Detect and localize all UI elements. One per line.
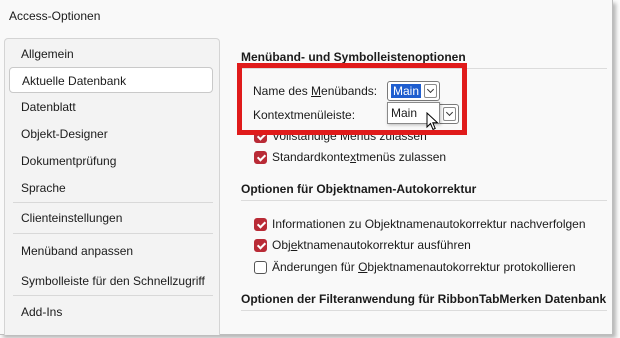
ribbon-name-value: Main [391, 84, 422, 98]
section-divider [241, 310, 607, 311]
window-title: Access-Optionen [9, 9, 101, 23]
sidebar-item-menueband-anpassen[interactable]: Menüband anpassen [9, 238, 213, 264]
full-menus-checkbox[interactable] [254, 130, 267, 143]
full-menus-label: Vollständige Menüs zulassen [272, 129, 427, 143]
context-menu-label: Kontextmenüleiste: [253, 108, 356, 122]
ribbon-name-label: Name des Menübands: [253, 84, 378, 98]
section-heading-filter: Optionen der Filteranwendung für RibbonT… [241, 292, 607, 306]
section-heading-ribbon: Menüband- und Symbolleistenoptionen [241, 50, 466, 64]
section-divider [241, 68, 607, 69]
sidebar-item-sprache[interactable]: Sprache [9, 175, 213, 201]
sidebar-item-objekt-designer[interactable]: Objekt-Designer [9, 121, 213, 147]
sidebar-divider [13, 202, 213, 203]
sidebar-item-clienteinstellungen[interactable]: Clienteinstellungen [9, 205, 213, 231]
sidebar-item-dokumentpruefung[interactable]: Dokumentprüfung [9, 148, 213, 174]
log-label: Änderungen für Objektnamenautokorrektur … [272, 260, 576, 274]
sidebar-item-symbolleiste[interactable]: Symbolleiste für den Schnellzugriff [9, 268, 213, 294]
section-divider [241, 200, 607, 201]
section-heading-autocorrect: Optionen für Objektnamen-Autokorrektur [241, 182, 477, 196]
chevron-down-icon[interactable] [424, 84, 437, 98]
perform-checkbox[interactable] [254, 239, 267, 252]
default-context-checkbox[interactable] [254, 151, 267, 164]
sidebar-divider [13, 233, 213, 234]
sidebar-item-aktuelle-datenbank[interactable]: Aktuelle Datenbank [9, 67, 213, 93]
sidebar-item-datenblatt[interactable]: Datenblatt [9, 94, 213, 120]
sidebar-item-add-ins[interactable]: Add-Ins [9, 299, 213, 325]
mouse-pointer-icon [426, 112, 439, 131]
chevron-down-icon[interactable] [443, 107, 456, 121]
perform-label: Objektnamenautokorrektur ausführen [272, 238, 471, 252]
dropdown-option-main[interactable]: Main [391, 106, 417, 120]
track-checkbox[interactable] [254, 218, 267, 231]
sidebar: Allgemein Aktuelle Datenbank Datenblatt … [4, 38, 220, 335]
default-context-label: Standardkontextmenüs zulassen [272, 150, 447, 164]
options-window: Access-Optionen Allgemein Aktuelle Daten… [0, 0, 613, 335]
sidebar-divider [13, 295, 213, 296]
track-label: Informationen zu Objektnamenautokorrektu… [272, 217, 586, 231]
log-checkbox[interactable] [254, 261, 267, 274]
sidebar-item-allgemein[interactable]: Allgemein [9, 41, 213, 67]
ribbon-name-combo[interactable]: Main [387, 81, 440, 101]
